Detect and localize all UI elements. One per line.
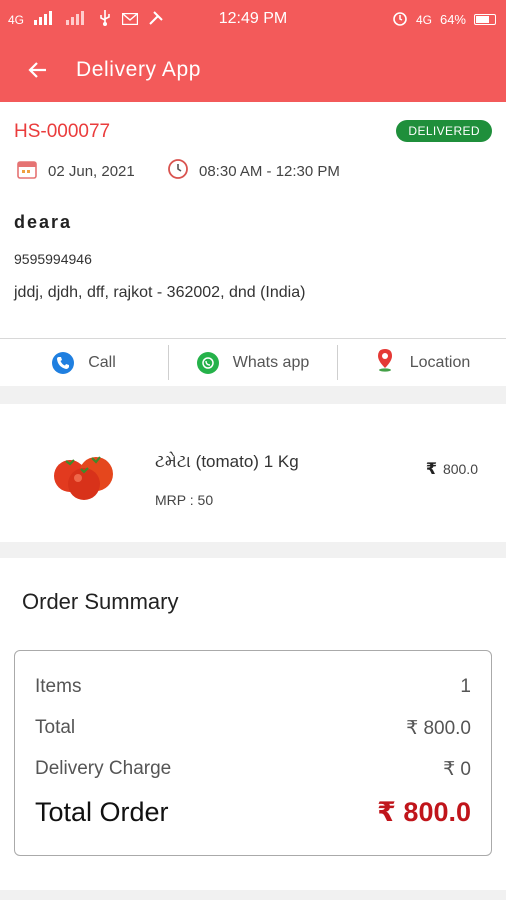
call-label: Call bbox=[88, 353, 116, 371]
order-date-text: 02 Jun, 2021 bbox=[48, 162, 135, 180]
clock-icon bbox=[167, 158, 189, 184]
status-right: 4G 64% bbox=[392, 10, 496, 29]
customer-address: jddj, djdh, dff, rajkot - 362002, dnd (I… bbox=[14, 284, 306, 301]
battery-label: 64% bbox=[439, 12, 466, 27]
currency-symbol: ₹ bbox=[425, 461, 437, 478]
location-button[interactable]: Location bbox=[338, 345, 506, 380]
alarm-icon bbox=[392, 10, 408, 29]
whatsapp-icon bbox=[196, 351, 219, 374]
status-badge: DELIVERED bbox=[396, 120, 492, 142]
whatsapp-button[interactable]: Whats app bbox=[169, 345, 338, 380]
back-button[interactable] bbox=[20, 52, 56, 88]
summary-title: Order Summary bbox=[22, 589, 179, 614]
summary-total-row: Total ₹ 800.0 bbox=[35, 717, 471, 740]
order-total-label: Total Order bbox=[35, 797, 169, 827]
delivery-label: Delivery Charge bbox=[35, 758, 172, 779]
summary-box: Items 1 Total ₹ 800.0 Delivery Charge ₹ … bbox=[14, 650, 492, 856]
product-card: ટમેટા (tomato) 1 Kg MRP : 50 ₹800.0 bbox=[0, 404, 506, 542]
customer-name: deara bbox=[14, 212, 73, 232]
customer-phone: 9595994946 bbox=[14, 251, 92, 267]
product-name: ટમેટા (tomato) 1 Kg bbox=[155, 452, 299, 471]
total-label: Total bbox=[35, 717, 76, 738]
items-label: Items bbox=[35, 676, 82, 697]
summary-items-row: Items 1 bbox=[35, 676, 471, 698]
product-price-value: 800.0 bbox=[442, 461, 478, 477]
order-total-value: ₹ 800.0 bbox=[377, 797, 471, 827]
battery-icon bbox=[474, 14, 496, 25]
call-button[interactable]: Call bbox=[0, 345, 169, 380]
summary-order-total-row: Total Order ₹ 800.0 bbox=[35, 797, 471, 828]
location-label: Location bbox=[409, 353, 471, 371]
product-image bbox=[48, 444, 120, 504]
contact-actions: Call Whats app Location bbox=[0, 338, 506, 386]
total-value: ₹ 800.0 bbox=[406, 718, 471, 739]
product-mrp: MRP : 50 bbox=[155, 492, 214, 508]
arrow-left-icon bbox=[26, 58, 50, 88]
product-price: ₹800.0 bbox=[426, 459, 478, 479]
calendar-icon bbox=[16, 158, 38, 184]
order-summary-card: Order Summary Items 1 Total ₹ 800.0 Deli… bbox=[0, 558, 506, 890]
app-bar: Delivery App bbox=[0, 38, 506, 102]
order-date: 02 Jun, 2021 bbox=[16, 158, 135, 184]
status-bar: 4G 12:49 PM 4G 64% bbox=[0, 0, 506, 38]
order-id: HS-000077 bbox=[14, 121, 111, 142]
whatsapp-label: Whats app bbox=[232, 353, 310, 371]
delivery-value: ₹ 0 bbox=[443, 759, 471, 780]
summary-delivery-row: Delivery Charge ₹ 0 bbox=[35, 758, 471, 781]
items-value: 1 bbox=[460, 676, 471, 697]
order-time-text: 08:30 AM - 12:30 PM bbox=[199, 162, 340, 180]
phone-icon bbox=[52, 351, 75, 374]
app-title: Delivery App bbox=[76, 58, 202, 81]
order-time: 08:30 AM - 12:30 PM bbox=[167, 158, 340, 184]
network-2-label: 4G bbox=[415, 12, 432, 27]
order-info-card: HS-000077 DELIVERED 02 Jun, 2021 08:30 A… bbox=[0, 102, 506, 386]
location-pin-icon bbox=[374, 348, 396, 377]
